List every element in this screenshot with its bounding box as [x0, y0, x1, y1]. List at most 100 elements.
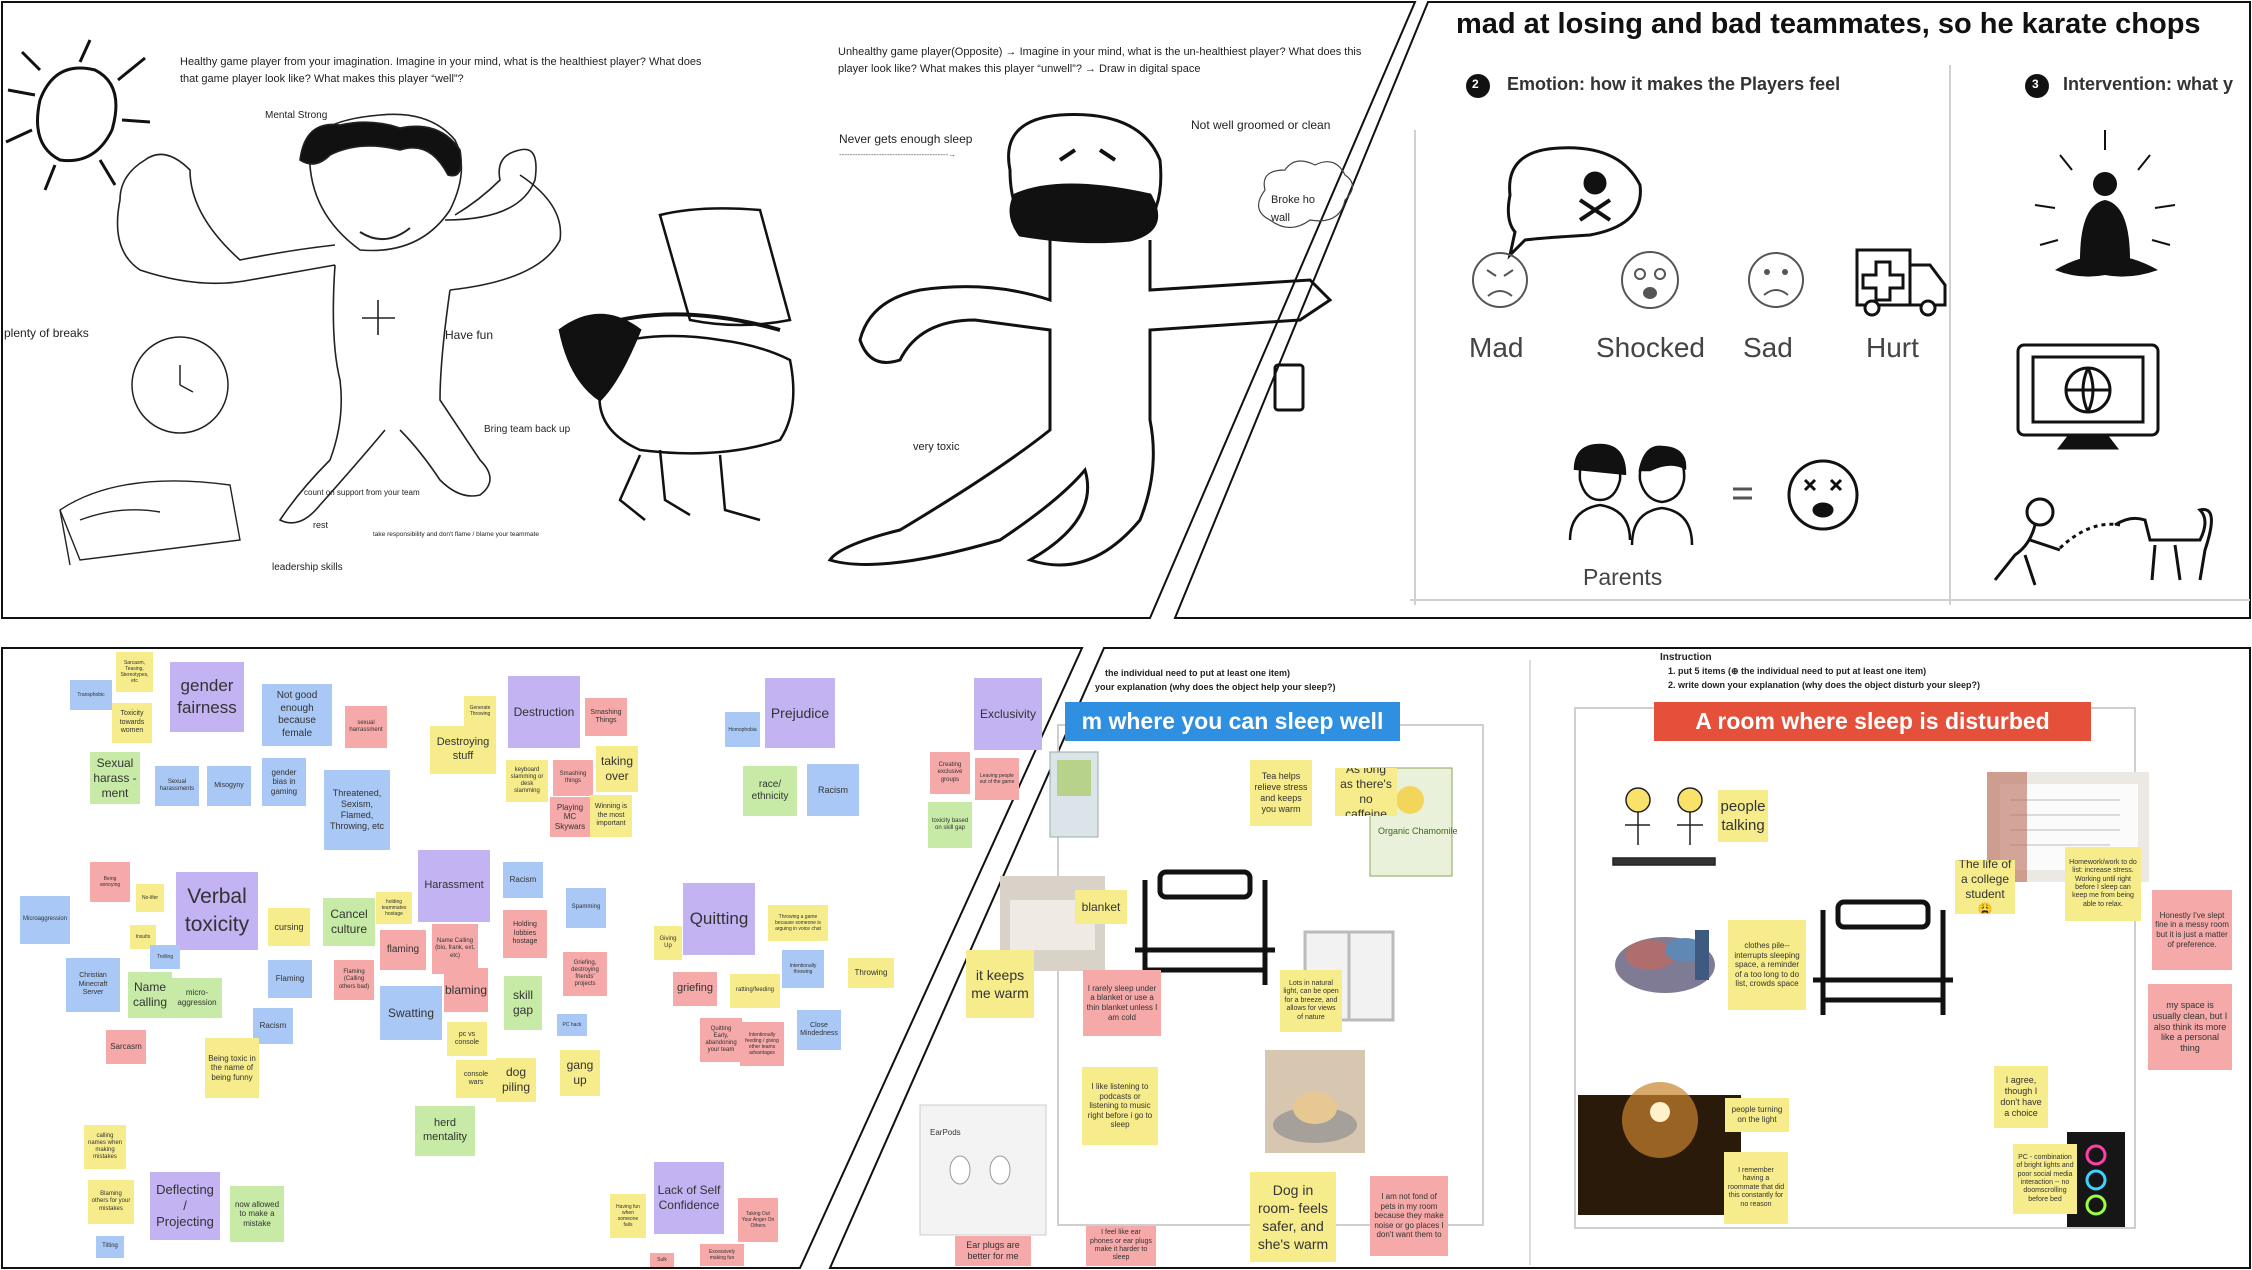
sticky-note[interactable]: blanket — [1075, 890, 1127, 924]
sticky-note[interactable]: cursing — [268, 908, 310, 946]
sticky-note[interactable]: Lack of Self Confidence — [654, 1162, 724, 1234]
sticky-note[interactable]: Swatting — [380, 986, 442, 1040]
sticky-note[interactable]: Name Calling (bio, frank, ext, etc) — [432, 924, 478, 974]
sticky-note[interactable]: Close Mindedness — [797, 1010, 841, 1050]
sticky-note[interactable]: my space is usually clean, but I also th… — [2148, 984, 2232, 1070]
sticky-note[interactable]: Ear plugs are better for me — [955, 1236, 1031, 1266]
sticky-note[interactable]: Playing MC Skywars — [550, 797, 590, 837]
sticky-note[interactable]: Racism — [253, 1008, 293, 1044]
sticky-note[interactable]: console wars — [456, 1060, 496, 1098]
sticky-note[interactable]: Throwing — [848, 958, 894, 988]
sticky-note[interactable]: Griefing, destroying friends' projects — [563, 952, 607, 996]
sticky-note[interactable]: Dog in room- feels safer, and she's warm — [1250, 1172, 1336, 1262]
sticky-note[interactable]: Excessively making fun — [700, 1244, 744, 1266]
sticky-note[interactable]: Creating exclusive groups — [930, 752, 970, 794]
sticky-note[interactable]: I remember having a roommate that did th… — [1724, 1152, 1788, 1224]
sticky-note[interactable]: Exclusivity — [974, 678, 1042, 750]
sticky-note[interactable]: holding teammates hostage — [376, 892, 412, 924]
sticky-note[interactable]: Toxicity towards women — [112, 703, 152, 743]
sticky-note[interactable]: Intentionally feeding / giving other tea… — [740, 1022, 784, 1066]
sticky-note[interactable]: Generate Throwing — [464, 696, 496, 726]
sticky-note[interactable]: gang up — [560, 1050, 600, 1096]
sticky-note[interactable]: race/ ethnicity — [743, 766, 797, 816]
sticky-note[interactable]: Taking Out Your Anger On Others — [738, 1198, 778, 1242]
sticky-note[interactable]: Having fun when someone fails — [610, 1194, 646, 1238]
sticky-note[interactable]: I like listening to podcasts or listenin… — [1082, 1067, 1158, 1145]
sticky-note[interactable]: I am not fond of pets in my room because… — [1370, 1176, 1448, 1256]
sticky-note[interactable]: micro-aggression — [172, 978, 222, 1018]
sticky-note[interactable]: Leaving people out of the game — [975, 758, 1019, 800]
sticky-note[interactable]: Sexual harass -ment — [90, 752, 140, 804]
sticky-note[interactable]: Lots in natural light, can be open for a… — [1280, 970, 1342, 1032]
sticky-note[interactable]: Sulk — [650, 1253, 674, 1267]
sticky-note[interactable]: Name calling — [128, 972, 172, 1018]
sticky-note[interactable]: Being toxic in the name of being funny — [205, 1038, 259, 1098]
sticky-note[interactable]: Racism — [807, 764, 859, 816]
sticky-note[interactable]: now allowed to make a mistake — [230, 1186, 284, 1242]
sticky-note[interactable]: Throwing a game because someone is argui… — [768, 905, 828, 941]
sticky-note[interactable]: clothes pile-- interrupts sleeping space… — [1728, 920, 1806, 1010]
sticky-note[interactable]: herd mentality — [415, 1106, 475, 1156]
sticky-note[interactable]: ratting/feeding — [730, 974, 780, 1008]
sticky-note[interactable]: Deflecting / Projecting — [150, 1172, 220, 1240]
sticky-note[interactable]: The life of a college student 😩 — [1955, 860, 2015, 914]
sticky-note[interactable]: I agree, though I don't have a choice — [1994, 1066, 2048, 1128]
sticky-note[interactable]: As long as there's no caffeine — [1335, 768, 1397, 816]
sticky-note[interactable]: Quitting — [683, 883, 755, 955]
sticky-note[interactable]: people talking — [1718, 790, 1768, 842]
sticky-note[interactable]: Flaming (Calling others bad) — [334, 960, 374, 1000]
sticky-note[interactable]: Threatened, Sexism, Flamed, Throwing, et… — [324, 770, 390, 850]
sticky-note[interactable]: PC hack — [557, 1014, 587, 1036]
sticky-note[interactable]: taking over — [596, 746, 638, 792]
sticky-note[interactable]: Trolling — [150, 945, 180, 969]
sticky-note[interactable]: Sexual harassments — [155, 766, 199, 806]
sticky-note[interactable]: Homework/work to do list: increase stres… — [2065, 847, 2141, 921]
sticky-note[interactable]: Destroying stuff — [430, 726, 496, 774]
sticky-note[interactable]: toxicity based on skill gap — [928, 802, 972, 848]
sticky-note[interactable]: gender bias in gaming — [262, 758, 306, 806]
sticky-note[interactable]: keyboard slamming or desk slamming — [506, 760, 548, 802]
sticky-note[interactable]: Verbal toxicity — [176, 872, 258, 950]
sticky-note[interactable]: Smashing Things — [585, 698, 627, 736]
sticky-note[interactable]: Microaggression — [20, 896, 70, 944]
sticky-note[interactable]: Flaming — [268, 960, 312, 998]
sticky-note[interactable]: Blaming others for your mistakes — [88, 1180, 134, 1224]
sticky-note[interactable]: PC - combination of bright lights and po… — [2013, 1144, 2077, 1214]
sticky-note[interactable]: calling names when making mistakes — [84, 1125, 126, 1169]
sticky-note[interactable]: Giving Up — [654, 926, 682, 960]
sticky-note[interactable]: flaming — [380, 930, 426, 970]
sticky-note[interactable]: Cancel culture — [323, 898, 375, 946]
sticky-note[interactable]: blaming — [444, 968, 488, 1012]
sticky-note[interactable]: Sarcasm, Teasing, Stereotypes, etc — [116, 652, 153, 692]
sticky-note[interactable]: Honestly I've slept fine in a messy room… — [2152, 890, 2232, 970]
sticky-note[interactable]: Prejudice — [765, 678, 835, 748]
sticky-note[interactable]: No-lifer — [136, 884, 164, 912]
sticky-note[interactable]: Holding lobbies hostage — [503, 910, 547, 958]
sticky-note[interactable]: Misogyny — [207, 766, 251, 806]
sticky-note[interactable]: gender fairness — [170, 662, 244, 732]
sticky-note[interactable]: Smashing things — [553, 760, 593, 796]
sticky-note[interactable]: Christian Minecraft Server — [66, 958, 120, 1012]
sticky-note[interactable]: I feel like ear phones or ear plugs make… — [1086, 1226, 1156, 1266]
sticky-note[interactable]: Spamming — [566, 888, 606, 928]
sticky-note[interactable]: Racism — [503, 862, 543, 898]
sticky-note[interactable]: Transphobic — [70, 680, 112, 710]
sticky-note[interactable]: Sarcasm — [106, 1030, 146, 1064]
sticky-note[interactable]: Winning is the most important — [590, 795, 632, 837]
sticky-note[interactable]: Being annoying — [90, 862, 130, 902]
sticky-note[interactable]: Not good enough because female — [262, 684, 332, 746]
sticky-note[interactable]: Intentionally throwing — [782, 950, 824, 988]
sticky-note[interactable]: Homophobia — [725, 712, 760, 747]
sticky-note[interactable]: Quitting Early, abandoning your team — [700, 1018, 742, 1062]
sticky-note[interactable]: Tea helps relieve stress and keeps you w… — [1250, 760, 1312, 826]
sticky-note[interactable]: Tilting — [96, 1236, 124, 1258]
sticky-note[interactable]: griefing — [673, 972, 717, 1006]
sticky-note[interactable]: skill gap — [504, 976, 542, 1030]
sticky-note[interactable]: Harassment — [418, 850, 490, 922]
sticky-note[interactable]: dog piling — [496, 1058, 536, 1102]
sticky-note[interactable]: sexual harrassment — [345, 706, 387, 748]
sticky-note[interactable]: people turning on the light — [1725, 1098, 1789, 1132]
sticky-note[interactable]: I rarely sleep under a blanket or use a … — [1083, 970, 1161, 1036]
sticky-note[interactable]: Destruction — [508, 676, 580, 748]
sticky-note[interactable]: pc vs console — [447, 1022, 487, 1056]
